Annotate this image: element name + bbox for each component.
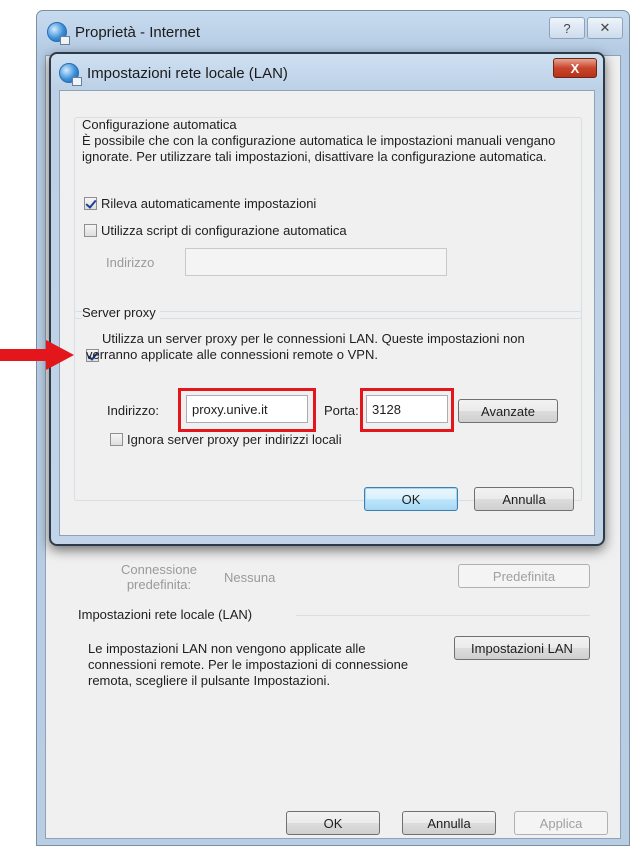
auto-detect-checkbox[interactable] bbox=[84, 197, 97, 210]
lan-group-description: Le impostazioni LAN non vengono applicat… bbox=[88, 641, 409, 688]
lan-settings-button[interactable]: Impostazioni LAN bbox=[454, 636, 590, 660]
advanced-button[interactable]: Avanzate bbox=[458, 399, 558, 423]
auto-config-legend: Configurazione automatica bbox=[82, 117, 237, 132]
help-button[interactable]: ? bbox=[549, 17, 585, 39]
lan-client-area: Configurazione automatica È possibile ch… bbox=[59, 90, 595, 536]
proxy-port-label: Porta: bbox=[324, 403, 359, 418]
red-arrow-annotation bbox=[0, 340, 74, 370]
port-highlight-box bbox=[360, 388, 454, 432]
proxy-legend: Server proxy bbox=[82, 305, 160, 321]
outer-window-title: Proprietà - Internet bbox=[75, 23, 201, 41]
close-button[interactable]: ✕ bbox=[587, 17, 623, 39]
use-script-label[interactable]: Utilizza script di configurazione automa… bbox=[101, 223, 347, 238]
use-proxy-label[interactable]: Utilizza un server proxy per le connessi… bbox=[86, 331, 566, 363]
script-address-input[interactable] bbox=[185, 248, 447, 276]
outer-cancel-button[interactable]: Annulla bbox=[402, 811, 496, 835]
auto-detect-row[interactable]: Rileva automaticamente impostazioni bbox=[84, 196, 316, 211]
default-connection-value: Nessuna bbox=[224, 570, 276, 585]
auto-config-description: È possibile che con la configurazione au… bbox=[82, 133, 556, 164]
lan-close-button[interactable]: X bbox=[553, 58, 597, 78]
auto-detect-label[interactable]: Rileva automaticamente impostazioni bbox=[101, 196, 316, 211]
use-script-checkbox[interactable] bbox=[84, 224, 97, 237]
default-connection-button[interactable]: Predefinita bbox=[458, 564, 590, 588]
default-connection-label: Connessione predefinita: bbox=[121, 562, 197, 592]
lan-settings-dialog: Impostazioni rete locale (LAN) X Configu… bbox=[49, 52, 605, 546]
use-script-row[interactable]: Utilizza script di configurazione automa… bbox=[84, 223, 347, 238]
lan-dialog-icon bbox=[59, 63, 82, 86]
lan-group-title: Impostazioni rete locale (LAN) bbox=[78, 607, 259, 623]
script-address-label: Indirizzo bbox=[106, 255, 155, 270]
lan-ok-button[interactable]: OK bbox=[364, 487, 458, 511]
lan-title-bar: Impostazioni rete locale (LAN) bbox=[59, 60, 288, 86]
outer-ok-button[interactable]: OK bbox=[286, 811, 380, 835]
lan-cancel-button[interactable]: Annulla bbox=[474, 487, 574, 511]
internet-options-icon bbox=[47, 22, 70, 45]
bypass-local-row[interactable]: Ignora server proxy per indirizzi locali bbox=[110, 432, 342, 447]
outer-title-bar: Proprietà - Internet bbox=[47, 19, 200, 45]
outer-apply-button[interactable]: Applica bbox=[514, 811, 608, 835]
group-separator bbox=[296, 615, 590, 616]
bypass-local-label[interactable]: Ignora server proxy per indirizzi locali bbox=[127, 432, 342, 447]
proxy-address-label: Indirizzo: bbox=[107, 403, 160, 418]
address-highlight-box bbox=[178, 388, 316, 432]
lan-dialog-title: Impostazioni rete locale (LAN) bbox=[87, 64, 288, 82]
bypass-local-checkbox[interactable] bbox=[110, 433, 123, 446]
